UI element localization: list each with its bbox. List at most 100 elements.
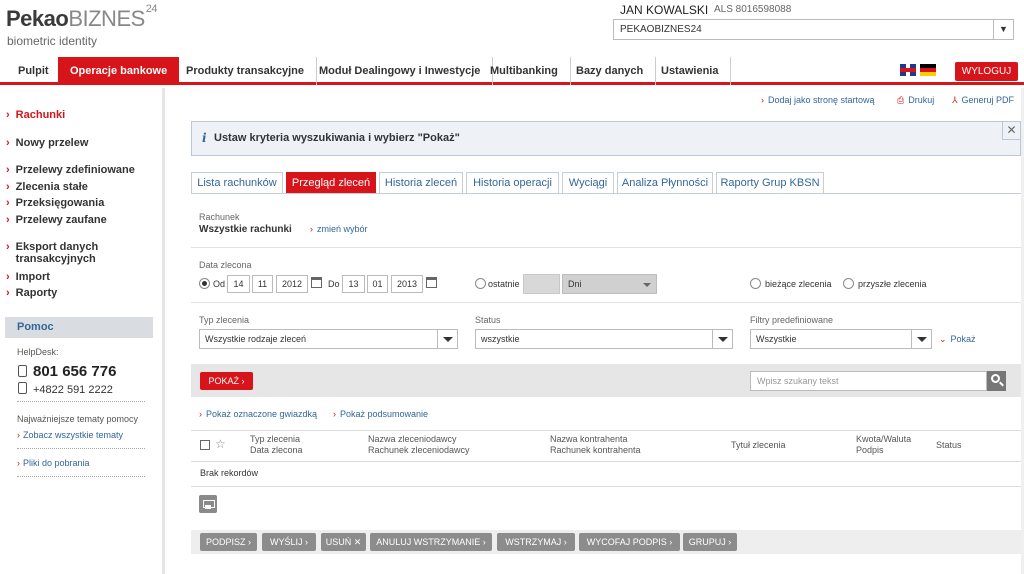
sidebar-item-przelewy-zdefiniowane[interactable]: › Przelewy zdefiniowane — [6, 164, 135, 176]
helpdesk-phone-secondary: +4822 591 2222 — [18, 382, 113, 396]
send-button-text: WYŚLIJ — [269, 537, 303, 547]
date-range-radio[interactable] — [199, 278, 210, 289]
chevron-right-icon: › — [761, 95, 764, 105]
show-summary-link[interactable]: › Pokaż podsumowanie — [333, 409, 428, 419]
sidebar-item-nowy-przelew[interactable]: › Nowy przelew — [6, 137, 88, 149]
uk-flag-icon[interactable] — [900, 64, 916, 76]
search-button[interactable] — [987, 371, 1006, 391]
chevron-right-icon: › — [17, 430, 20, 440]
withdraw-signature-button[interactable]: WYCOFAJ PODPIS › — [579, 533, 680, 551]
context-value: PEKAOBIZNES24 — [620, 24, 702, 35]
last-days-radio[interactable] — [475, 278, 486, 289]
de-flag-icon[interactable] — [920, 64, 936, 76]
col-counterparty[interactable]: Nazwa kontrahenta Rachunek kontrahenta — [550, 434, 641, 456]
tab-raporty-grup-kbsn[interactable]: Raporty Grup KBSN — [716, 172, 824, 194]
divider — [191, 247, 1021, 248]
current-orders-radio[interactable] — [750, 278, 761, 289]
search-icon-handle — [999, 381, 1004, 387]
col-principal[interactable]: Nazwa zleceniodawcy Rachunek zleceniodawc… — [368, 434, 470, 456]
col-status[interactable]: Status — [936, 440, 962, 451]
nav-bazy-danych[interactable]: Bazy danych — [564, 57, 657, 85]
helpdesk-label: HelpDesk: — [17, 347, 59, 357]
tab-historia-operacji[interactable]: Historia operacji — [466, 172, 559, 194]
star-icon[interactable]: ☆ — [215, 437, 226, 451]
tab-wyciagi[interactable]: Wyciągi — [562, 172, 614, 194]
nav-multibanking[interactable]: Multibanking — [478, 57, 571, 85]
tab-przeglad-zlecen[interactable]: Przegląd zleceń — [286, 172, 376, 194]
from-month-input[interactable]: 11 — [252, 275, 273, 293]
search-input[interactable]: Wpisz szukany tekst — [750, 371, 987, 391]
order-type-select[interactable]: Wszystkie rodzaje zleceń — [199, 329, 458, 349]
status-select[interactable]: wszystkie — [475, 329, 733, 349]
select-all-checkbox[interactable] — [200, 440, 210, 450]
col-title[interactable]: Tytuł zlecenia — [731, 440, 786, 451]
calendar-icon[interactable] — [426, 277, 437, 288]
chevron-right-icon: › — [17, 458, 20, 468]
send-button[interactable]: WYŚLIJ › — [262, 533, 316, 551]
chevron-down-icon: ⌄ — [939, 334, 947, 344]
close-icon[interactable]: ✕ — [1002, 122, 1020, 140]
sidebar-item-label-cont: transakcyjnych — [15, 253, 96, 265]
help-header[interactable]: Pomoc — [5, 317, 153, 338]
chevron-down-icon[interactable]: ▼ — [993, 20, 1013, 39]
nav-operacje-bankowe[interactable]: Operacje bankowe — [58, 57, 180, 85]
downloads-link[interactable]: › Pliki do pobrania — [17, 458, 90, 468]
sidebar-item-zlecenia-stale[interactable]: › Zlecenia stałe — [6, 181, 88, 193]
delete-button[interactable]: USUŃ ✕ — [321, 533, 366, 551]
show-filters-link[interactable]: ⌄ Pokaż — [939, 334, 976, 345]
last-days-input[interactable] — [523, 274, 560, 294]
phone-icon — [18, 365, 27, 377]
nav-pulpit[interactable]: Pulpit — [6, 57, 62, 85]
mobile-phone-icon — [18, 382, 27, 394]
tab-analiza-plynnosci[interactable]: Analiza Płynności — [617, 172, 713, 194]
future-orders-radio[interactable] — [843, 278, 854, 289]
sidebar-item-przeksiegowania[interactable]: › Przeksięgowania — [6, 197, 104, 209]
sidebar-item-import[interactable]: › Import — [6, 271, 50, 283]
logo[interactable]: PekaoBIZNES24 — [6, 3, 158, 32]
sidebar-item-label: Eksport danych — [15, 241, 99, 253]
col-counterparty-account-text: Rachunek kontrahenta — [550, 445, 641, 455]
col-order-type[interactable]: Typ zlecenia Data zlecona — [250, 434, 303, 456]
tab-lista-rachunkow[interactable]: Lista rachunków — [191, 172, 283, 194]
show-starred-link[interactable]: › Pokaż oznaczone gwiazdką — [199, 409, 317, 419]
sidebar-item-przelewy-zaufane[interactable]: › Przelewy zaufane — [6, 214, 107, 226]
hold-button-text: WSTRZYMAJ — [505, 537, 562, 547]
from-year-input[interactable]: 2012 — [276, 275, 308, 293]
chevron-right-icon: › — [6, 109, 10, 121]
info-message: Ustaw kryteria wyszukiwania i wybierz "P… — [214, 132, 460, 144]
sidebar-item-raporty[interactable]: › Raporty — [6, 287, 57, 299]
col-amount[interactable]: Kwota/Waluta Podpis — [856, 434, 911, 456]
show-button[interactable]: POKAŻ › — [200, 372, 253, 390]
nav-modul-dealingowy[interactable]: Moduł Dealingowy i Inwestycje — [307, 57, 494, 85]
help-topics-label: Najważniejsze tematy pomocy — [17, 414, 139, 424]
calendar-icon[interactable] — [311, 277, 322, 288]
to-day-input[interactable]: 13 — [342, 275, 365, 293]
change-account-link[interactable]: › zmień wybór — [310, 224, 368, 234]
from-day-input[interactable]: 14 — [227, 275, 250, 293]
col-order-type-text: Typ zlecenia — [250, 434, 301, 444]
logout-button[interactable]: WYLOGUJ — [955, 62, 1018, 81]
group-button[interactable]: GRUPUJ › — [683, 533, 737, 551]
all-topics-link[interactable]: › Zobacz wszystkie tematy — [17, 430, 123, 440]
print-link[interactable]: ⎙ Drukuj — [897, 95, 934, 106]
show-starred-text: Pokaż oznaczone gwiazdką — [206, 409, 318, 419]
to-year-input[interactable]: 2013 — [391, 275, 423, 293]
tab-historia-zlecen[interactable]: Historia zleceń — [379, 172, 463, 194]
nav-produkty-transakcyjne[interactable]: Produkty transakcyjne — [174, 57, 317, 85]
printer-icon[interactable] — [199, 495, 217, 513]
sidebar-item-rachunki[interactable]: › Rachunki — [6, 109, 65, 121]
hold-button[interactable]: WSTRZYMAJ › — [497, 533, 575, 551]
cancel-hold-button[interactable]: ANULUJ WSTRZYMANIE › — [370, 533, 492, 551]
generate-pdf-link[interactable]: ⅄ Generuj PDF — [952, 95, 1014, 106]
add-startpage-link[interactable]: › Dodaj jako stronę startową — [761, 95, 875, 105]
sign-button[interactable]: PODPISZ › — [200, 533, 257, 551]
to-month-input[interactable]: 01 — [367, 275, 388, 293]
sidebar-item-label: Import — [15, 271, 50, 283]
divider — [17, 401, 145, 402]
chevron-down-icon — [437, 330, 457, 348]
days-unit-select[interactable]: Dni — [562, 274, 657, 294]
nav-ustawienia[interactable]: Ustawienia — [649, 57, 732, 85]
predefined-filters-select[interactable]: Wszystkie — [750, 329, 932, 349]
sidebar-item-eksport-danych[interactable]: › Eksport danych transakcyjnych — [6, 241, 98, 265]
context-select[interactable]: PEKAOBIZNES24 ▼ — [613, 19, 1014, 40]
